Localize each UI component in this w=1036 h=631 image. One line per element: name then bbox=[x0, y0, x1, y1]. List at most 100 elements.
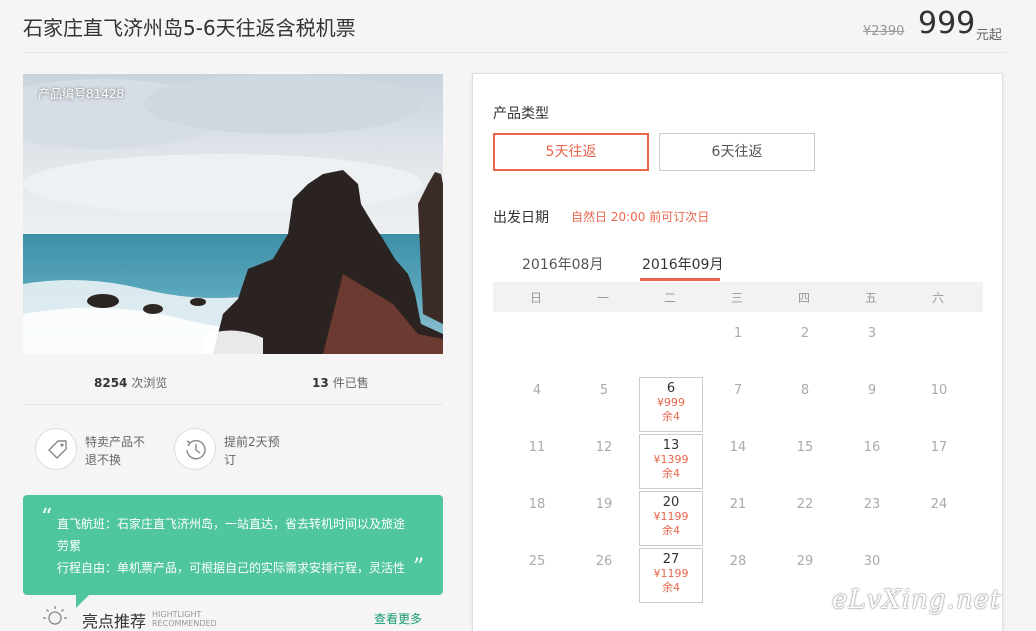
calendar-day: 10 bbox=[907, 377, 971, 432]
calendar-day: 3 bbox=[840, 320, 904, 375]
see-more-link[interactable]: 查看更多 bbox=[374, 610, 422, 627]
calendar-day: 11 bbox=[505, 434, 569, 489]
original-price: ¥2390 bbox=[863, 24, 905, 39]
weekday-label: 四 bbox=[798, 291, 811, 305]
day-number: 20 bbox=[662, 495, 680, 510]
calendar-day: 4 bbox=[505, 377, 569, 432]
day-number: 7 bbox=[733, 383, 743, 398]
day-number: 4 bbox=[532, 383, 542, 398]
day-remaining: 余4 bbox=[662, 410, 680, 423]
feature-text-line2: 订 bbox=[224, 453, 237, 467]
seascape-image bbox=[23, 74, 443, 354]
quote-line3: 行程自由：单机票产品，可根据自己的实际需求安排行程，灵活性 bbox=[57, 561, 406, 575]
tab-month-aug[interactable]: 2016年08月 bbox=[522, 254, 603, 274]
day-number: 6 bbox=[666, 381, 676, 396]
day-remaining: 余4 bbox=[662, 581, 680, 594]
day-number: 25 bbox=[528, 554, 546, 569]
calendar-day: 23 bbox=[840, 491, 904, 546]
close-quote-icon: ” bbox=[413, 555, 425, 580]
day-number: 8 bbox=[800, 383, 810, 398]
option-6-day[interactable]: 6天往返 bbox=[659, 133, 815, 171]
day-price: ¥1399 bbox=[653, 453, 689, 466]
calendar-day-available[interactable]: 6 ¥999 余4 bbox=[639, 377, 703, 432]
day-number: 12 bbox=[595, 440, 613, 455]
day-number: 10 bbox=[930, 383, 948, 398]
day-number: 18 bbox=[528, 497, 546, 512]
weekday-label: 日 bbox=[530, 291, 543, 305]
calendar-day: 17 bbox=[907, 434, 971, 489]
departure-date-label: 出发日期 bbox=[493, 210, 549, 226]
day-number: 15 bbox=[796, 440, 814, 455]
calendar-day: 7 bbox=[706, 377, 770, 432]
day-number: 2 bbox=[800, 326, 810, 341]
booking-panel: 产品类型 5天往返 6天往返 出发日期 自然日 20:00 前可订次日 2016… bbox=[472, 73, 1003, 631]
day-number: 29 bbox=[796, 554, 814, 569]
sold-label: 件已售 bbox=[332, 376, 369, 390]
calendar-day: 8 bbox=[773, 377, 837, 432]
calendar-day: 19 bbox=[572, 491, 636, 546]
calendar-day: 5 bbox=[572, 377, 636, 432]
option-5-day[interactable]: 5天往返 bbox=[493, 133, 649, 171]
page-title: 石家庄直飞济州岛5-6天往返含税机票 bbox=[23, 16, 356, 40]
calendar-day: 9 bbox=[840, 377, 904, 432]
feature-text-line2: 退不换 bbox=[85, 453, 122, 467]
watermark: eLvXing.net bbox=[832, 585, 1002, 615]
day-number: 14 bbox=[729, 440, 747, 455]
day-number: 27 bbox=[662, 552, 680, 567]
highlights-subtitle: HIGHTLIGHT RECOMMENDED bbox=[152, 610, 217, 628]
departure-note: 自然日 20:00 前可订次日 bbox=[571, 210, 710, 224]
product-photo: 产品编号81428 bbox=[23, 74, 443, 354]
highlight-quote: “ 直飞航班：石家庄直飞济州岛，一站直达，省去转机时间以及旅途 劳累 行程自由：… bbox=[23, 495, 443, 595]
feature-text-line1: 特卖产品不 bbox=[85, 435, 146, 449]
weekday-label: 三 bbox=[731, 291, 744, 305]
sold-count: 13 bbox=[312, 376, 329, 390]
calendar-day: 1 bbox=[706, 320, 770, 375]
day-number: 22 bbox=[796, 497, 814, 512]
product-type-label: 产品类型 bbox=[493, 106, 549, 122]
day-number: 9 bbox=[867, 383, 877, 398]
day-number: 1 bbox=[733, 326, 743, 341]
calendar-day: 26 bbox=[572, 548, 636, 603]
weekday-label: 一 bbox=[597, 291, 610, 305]
calendar-day: 29 bbox=[773, 548, 837, 603]
day-number: 16 bbox=[863, 440, 881, 455]
calendar-day: 21 bbox=[706, 491, 770, 546]
price-unit: 元起 bbox=[976, 28, 1003, 43]
calendar-day: 15 bbox=[773, 434, 837, 489]
calendar-day: 2 bbox=[773, 320, 837, 375]
day-number: 28 bbox=[729, 554, 747, 569]
day-price: ¥1199 bbox=[653, 510, 689, 523]
views-stat: 8254 次浏览 bbox=[94, 374, 167, 391]
day-number: 26 bbox=[595, 554, 613, 569]
highlights-en-line1: HIGHTLIGHT bbox=[152, 610, 202, 619]
day-remaining: 余4 bbox=[662, 524, 680, 537]
open-quote-icon: “ bbox=[41, 505, 53, 530]
views-count: 8254 bbox=[94, 376, 128, 390]
highlights-en-line2: RECOMMENDED bbox=[152, 619, 217, 628]
calendar-day: 16 bbox=[840, 434, 904, 489]
calendar-day: 18 bbox=[505, 491, 569, 546]
calendar-day: 25 bbox=[505, 548, 569, 603]
tab-month-sep[interactable]: 2016年09月 bbox=[642, 254, 723, 274]
day-number: 3 bbox=[867, 326, 877, 341]
calendar-day-available[interactable]: 13 ¥1399 余4 bbox=[639, 434, 703, 489]
day-number: 5 bbox=[599, 383, 609, 398]
highlights-title: 亮点推荐 bbox=[82, 612, 147, 631]
day-remaining: 余4 bbox=[662, 467, 680, 480]
calendar-day: 22 bbox=[773, 491, 837, 546]
weekday-header: 日 一 二 三 四 五 六 bbox=[493, 282, 983, 312]
quote-tail bbox=[76, 595, 89, 608]
day-number: 11 bbox=[528, 440, 546, 455]
header-divider bbox=[23, 52, 1006, 53]
views-label: 次浏览 bbox=[131, 376, 168, 390]
calendar-day: 14 bbox=[706, 434, 770, 489]
sold-stat: 13 件已售 bbox=[312, 374, 369, 391]
quote-line1: 直飞航班：石家庄直飞济州岛，一站直达，省去转机时间以及旅途 bbox=[57, 517, 406, 531]
sun-icon bbox=[40, 602, 70, 631]
weekday-label: 六 bbox=[932, 291, 945, 305]
calendar-day: 12 bbox=[572, 434, 636, 489]
day-number: 19 bbox=[595, 497, 613, 512]
calendar-day-available[interactable]: 27 ¥1199 余4 bbox=[639, 548, 703, 603]
feature-text-line1: 提前2天预 bbox=[224, 435, 280, 449]
calendar-day-available[interactable]: 20 ¥1199 余4 bbox=[639, 491, 703, 546]
